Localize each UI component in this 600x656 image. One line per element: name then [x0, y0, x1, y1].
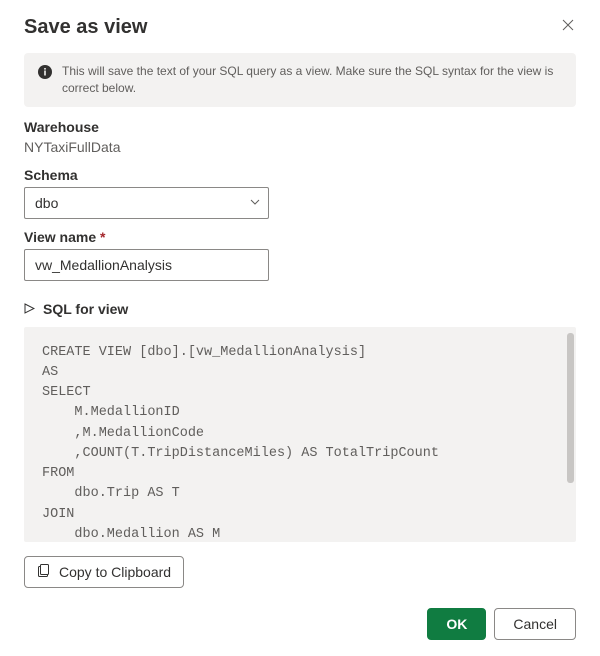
viewname-label: View name * [24, 229, 576, 245]
info-icon [38, 65, 52, 82]
triangle-toggle-icon [24, 301, 35, 317]
schema-select[interactable]: dbo [24, 187, 269, 219]
cancel-button[interactable]: Cancel [494, 608, 576, 640]
sql-label: SQL for view [43, 301, 128, 317]
schema-label: Schema [24, 167, 576, 183]
info-text: This will save the text of your SQL quer… [62, 63, 562, 97]
copy-to-clipboard-button[interactable]: Copy to Clipboard [24, 556, 184, 588]
sql-preview[interactable]: CREATE VIEW [dbo].[vw_MedallionAnalysis]… [24, 327, 576, 542]
dialog-title: Save as view [24, 16, 147, 39]
dialog-header: Save as view [24, 16, 576, 53]
view-name-input[interactable] [24, 249, 269, 281]
sql-preview-container: CREATE VIEW [dbo].[vw_MedallionAnalysis]… [24, 327, 576, 542]
info-bar: This will save the text of your SQL quer… [24, 53, 576, 107]
close-button[interactable] [560, 16, 576, 36]
copy-icon [37, 563, 51, 580]
warehouse-label: Warehouse [24, 119, 576, 135]
warehouse-value: NYTaxiFullData [24, 139, 576, 155]
sql-section-header[interactable]: SQL for view [24, 301, 576, 317]
dialog-footer: OK Cancel [24, 608, 576, 640]
save-as-view-dialog: Save as view This will save the text of … [0, 0, 600, 656]
schema-value: dbo [35, 195, 58, 211]
close-icon [562, 19, 574, 31]
ok-button[interactable]: OK [427, 608, 486, 640]
copy-label: Copy to Clipboard [59, 564, 171, 580]
scrollbar-thumb[interactable] [567, 333, 574, 483]
